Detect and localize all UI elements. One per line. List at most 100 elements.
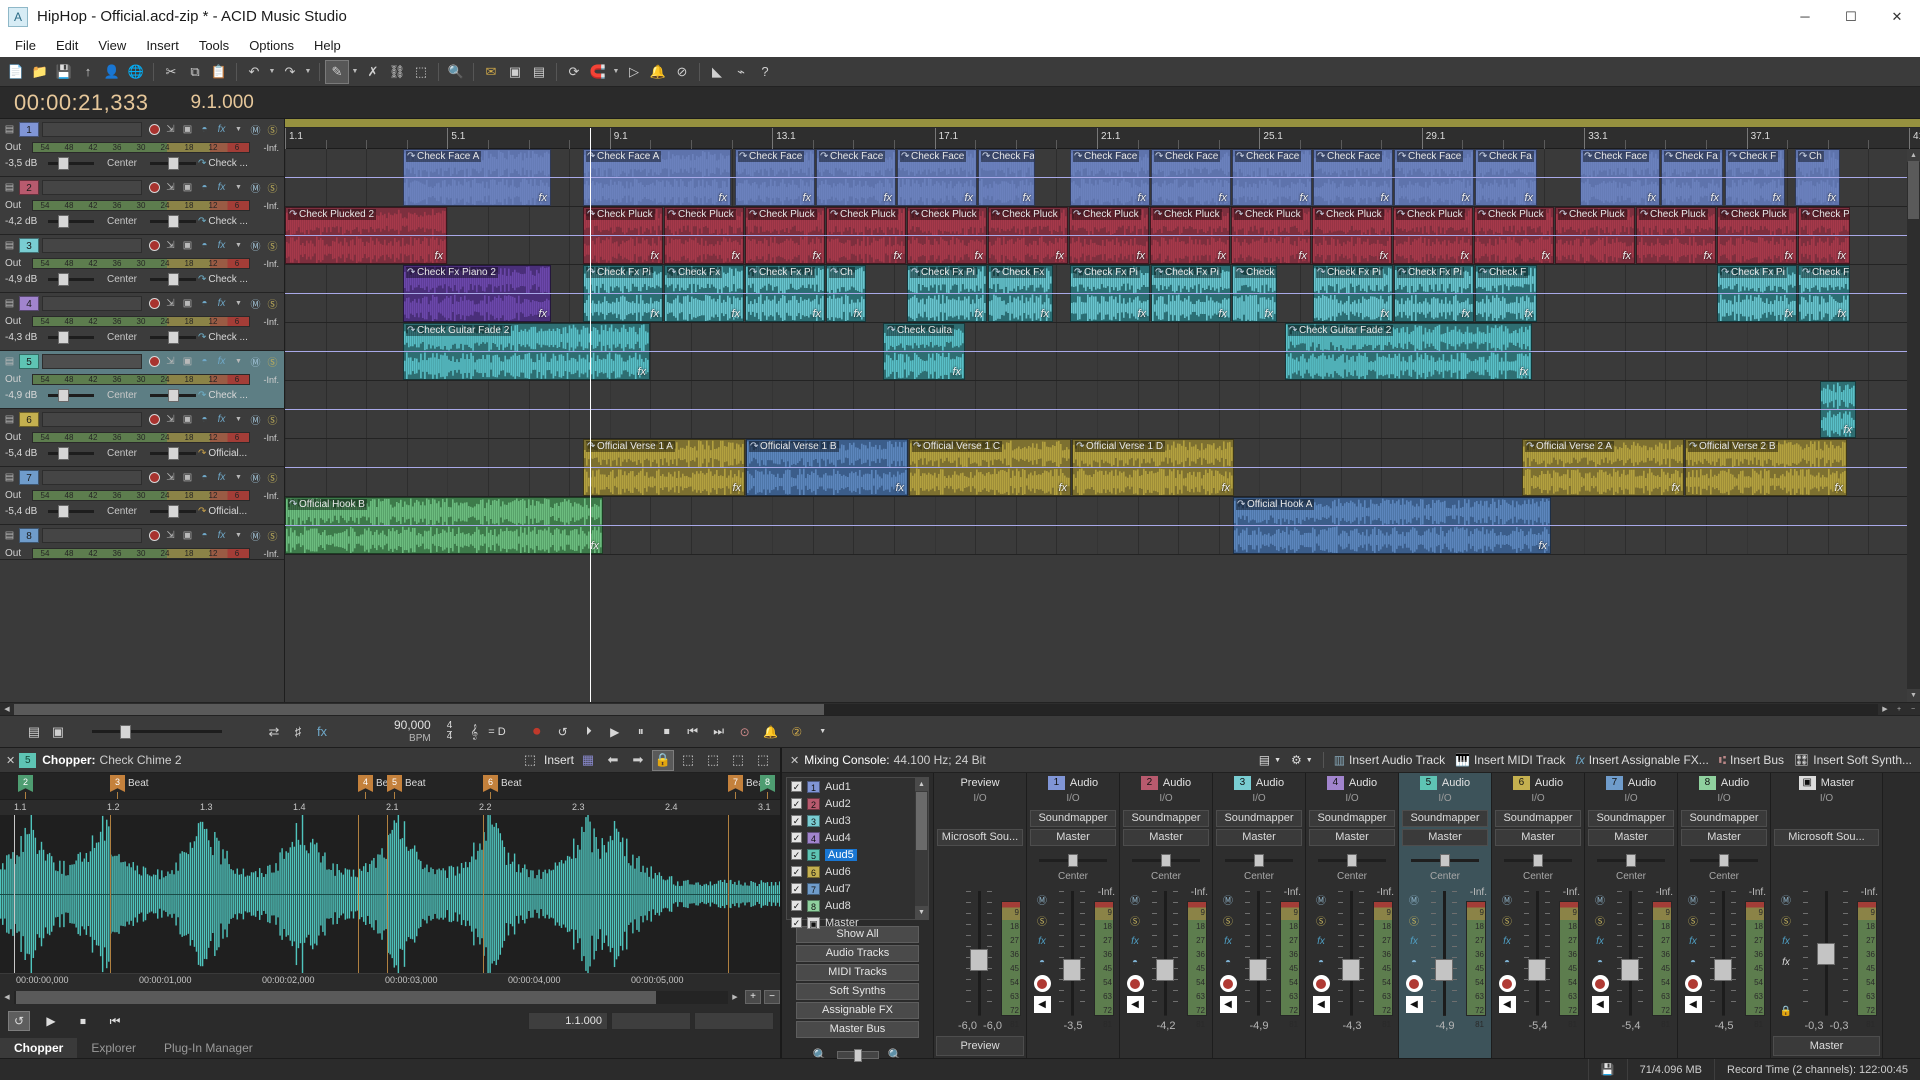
mixer-settings[interactable]: ⚙▼ (1291, 753, 1313, 767)
strip-output-slot[interactable]: Master (1030, 829, 1116, 846)
bars-beats-display[interactable]: 9.1.000 (190, 92, 253, 114)
track-solo-button[interactable]: Ⓢ (265, 470, 280, 485)
prev-slice-icon[interactable]: ⬚ (727, 750, 749, 771)
volume-envelope[interactable] (285, 177, 1920, 178)
track-pan-slider[interactable] (148, 506, 198, 517)
strip-output-icon[interactable]: ◀ (1406, 996, 1423, 1013)
fade-icon[interactable]: ◣ (705, 60, 729, 84)
envelope-tool-icon[interactable]: ⛓ (385, 60, 409, 84)
track-solo-button[interactable]: Ⓢ (265, 180, 280, 195)
halve-selection-icon[interactable]: ⬚ (677, 750, 699, 771)
strip-arm-icon[interactable] (1685, 975, 1702, 992)
new-project-icon[interactable]: 📄 (4, 60, 28, 84)
metronome-icon[interactable]: 🔔 (646, 60, 670, 84)
clip-fx-icon[interactable]: fx (1379, 250, 1388, 262)
clip-fx-icon[interactable]: fx (895, 482, 904, 494)
track-menu-icon[interactable]: ▼ (231, 528, 246, 543)
track-meter[interactable]: 54484236302418126 (32, 490, 250, 501)
clip-fx-icon[interactable]: fx (434, 250, 443, 262)
clip-fx-icon[interactable]: fx (1221, 482, 1230, 494)
strip-fader[interactable] (1425, 887, 1463, 1020)
track-volume-value[interactable]: -3,5 dB (2, 158, 46, 169)
chopper-dock-handle[interactable]: ✕ (6, 754, 15, 767)
strip-phase-icon[interactable]: ◓ (1406, 954, 1423, 971)
track-invert-icon[interactable]: ⇲ (163, 296, 178, 311)
menu-file[interactable]: File (5, 36, 46, 55)
mixer-channel-strip[interactable]: 2 Audio I/O Soundmapper Master Center Ⓜ … (1120, 773, 1213, 1058)
stop-button[interactable]: ⏹ (658, 723, 676, 741)
volume-envelope[interactable] (285, 409, 1920, 410)
mixer-list-item[interactable]: ✓ 3 Aud3 (787, 812, 928, 829)
track-invert-icon[interactable]: ⇲ (163, 354, 178, 369)
track-header[interactable]: ▤ 4 ⇲ ▣ ◓ fx ▼ Ⓜ Ⓢ Out 54484236302418126… (0, 293, 284, 351)
strip-solo-icon[interactable]: Ⓢ (1778, 912, 1795, 929)
track-record-mode-icon[interactable]: ▣ (180, 296, 195, 311)
timeline-track-row[interactable]: fx (285, 381, 1920, 439)
clip-fx-icon[interactable]: fx (1137, 308, 1146, 320)
track-record-mode-icon[interactable]: ▣ (180, 180, 195, 195)
shift-right-icon[interactable]: ➡ (627, 750, 649, 771)
track-minimize-icon[interactable]: ▤ (2, 238, 17, 253)
auto-preview-icon[interactable]: ▷ (622, 60, 646, 84)
volume-envelope[interactable] (285, 293, 1920, 294)
clip-fx-icon[interactable]: fx (1703, 250, 1712, 262)
volume-envelope[interactable] (285, 525, 1920, 526)
redo-icon[interactable]: ↷ (278, 60, 302, 84)
track-header[interactable]: ▤ 8 ⇲ ▣ ◓ fx ▼ Ⓜ Ⓢ Out 54484236302418126… (0, 525, 284, 560)
clip-fx-icon[interactable]: fx (538, 308, 547, 320)
play-from-start-button[interactable]: ⏵ (580, 723, 598, 741)
metronome-button[interactable]: 🔔 (762, 723, 780, 741)
play-button[interactable]: ▶ (606, 723, 624, 741)
track-solo-button[interactable]: Ⓢ (265, 238, 280, 253)
record-button[interactable]: ⏺ (528, 723, 546, 741)
clip-fx-icon[interactable]: fx (1524, 192, 1533, 204)
track-volume-slider[interactable] (46, 158, 96, 169)
clip-fx-icon[interactable]: fx (1460, 250, 1469, 262)
clip-fx-icon[interactable]: fx (1298, 250, 1307, 262)
strip-pan-control[interactable]: Center (1399, 851, 1491, 887)
track-volume-slider[interactable] (46, 216, 96, 227)
clip-fx-icon[interactable]: fx (1022, 192, 1031, 204)
mixer-channel-strip[interactable]: 5 Audio I/O Soundmapper Master Center Ⓜ … (1399, 773, 1492, 1058)
track-list-icon[interactable]: ▤ (22, 720, 46, 744)
strip-device-slot[interactable]: Soundmapper (1681, 810, 1767, 827)
paste-icon[interactable]: 📋 (207, 60, 231, 84)
chopper-loop-button[interactable]: ↺ (8, 1011, 30, 1031)
track-fx-label[interactable]: ↷Check ... (198, 216, 262, 227)
track-fx-label[interactable]: ↷Official... (198, 506, 262, 517)
time-signature[interactable]: 4 4 (447, 721, 453, 742)
mixer-list-item[interactable]: ✓ 4 Aud4 (787, 829, 928, 846)
menu-insert[interactable]: Insert (136, 36, 189, 55)
mixer-toggle-icon[interactable]: ▣ (503, 60, 527, 84)
clip-fx-icon[interactable]: fx (731, 250, 740, 262)
project-key-icon[interactable]: 𝄞 (462, 720, 486, 744)
chopper-beat-marker[interactable]: 6Beat (483, 775, 522, 792)
clip-fx-icon[interactable]: fx (1622, 250, 1631, 262)
copy-icon[interactable]: ⧉ (183, 60, 207, 84)
clip-fx-icon[interactable]: fx (590, 540, 599, 552)
horizontal-scrollbar[interactable]: ◀ ▶ + − (0, 702, 1920, 715)
tab-plugin-manager[interactable]: Plug-In Manager (150, 1038, 267, 1058)
track-volume-value[interactable]: -4,3 dB (2, 332, 46, 343)
volume-envelope[interactable] (285, 351, 1920, 352)
undo-icon[interactable]: ↶ (242, 60, 266, 84)
chopper-zoom-in-icon[interactable]: + (745, 990, 761, 1004)
chopper-beat-marker[interactable]: 2 (18, 775, 33, 792)
strip-envelope-icon[interactable]: fx (1778, 954, 1795, 971)
track-minimize-icon[interactable]: ▤ (2, 354, 17, 369)
strip-fader[interactable] (1518, 887, 1556, 1020)
strip-fader[interactable] (960, 887, 998, 1020)
strip-solo-icon[interactable]: Ⓢ (1034, 912, 1051, 929)
track-minimize-icon[interactable]: ▤ (2, 528, 17, 543)
strip-pan-control[interactable] (934, 851, 1026, 887)
chopper-go-to-start-button[interactable]: ⏮ (104, 1011, 126, 1031)
strip-output-slot[interactable]: Master (1495, 829, 1581, 846)
timecode-display[interactable]: 00:00:21,333 (0, 90, 148, 116)
maximize-button[interactable]: ☐ (1828, 0, 1874, 33)
track-menu-icon[interactable]: ▼ (231, 122, 246, 137)
chopper-scroll-thumb[interactable] (16, 991, 656, 1004)
track-pan-value[interactable]: Center (96, 506, 148, 517)
clip-fx-icon[interactable]: fx (538, 192, 547, 204)
strip-fader[interactable] (1053, 887, 1091, 1020)
chopper-selection-field[interactable] (694, 1012, 774, 1030)
